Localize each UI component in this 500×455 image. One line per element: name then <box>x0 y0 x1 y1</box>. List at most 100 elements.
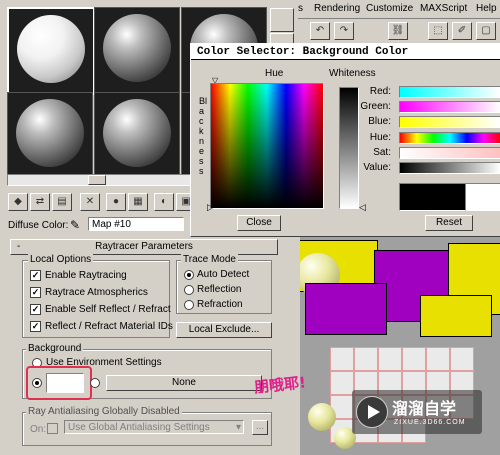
trace-mode-title: Trace Mode <box>181 254 238 265</box>
raytrace-atmospherics-checkbox[interactable]: ✓ <box>30 287 41 298</box>
menu-help[interactable]: Help <box>476 3 497 14</box>
diffuse-label: Diffuse Color: <box>8 220 69 231</box>
purple-box[interactable] <box>305 283 387 335</box>
background-map-radio[interactable] <box>90 378 100 388</box>
hue-label: Hue <box>265 68 284 79</box>
antialiasing-on-checkbox[interactable] <box>47 423 58 434</box>
value-label: Value: <box>363 162 391 173</box>
antialiasing-select[interactable]: Use Global Antialiasing Settings ▾ <box>64 420 244 434</box>
select-object-icon[interactable]: ▢ <box>476 22 496 40</box>
antialiasing-more-button[interactable]: ... <box>252 420 268 435</box>
close-button[interactable]: Close <box>237 215 281 231</box>
put-to-scene-icon[interactable]: ⇄ <box>30 193 50 211</box>
background-title: Background <box>26 343 84 354</box>
sample-slot-1[interactable] <box>7 7 95 95</box>
red-slider[interactable] <box>399 86 500 98</box>
auto-detect-label: Auto Detect <box>197 269 250 280</box>
hue-blackness-picker[interactable] <box>210 83 324 209</box>
rollout-title: Raytracer Parameters <box>95 241 193 252</box>
red-label: Red: <box>369 86 391 97</box>
refraction-radio[interactable] <box>184 300 194 310</box>
reflection-radio[interactable] <box>184 285 194 295</box>
floor-tile <box>330 347 354 371</box>
sphere-object[interactable] <box>308 403 336 431</box>
whiteness-pointer-icon[interactable]: ◁ <box>359 202 366 213</box>
floor-tile <box>378 347 402 371</box>
menu-item[interactable]: s <box>298 3 303 14</box>
material-ids-label: Reflect / Refract Material IDs <box>45 321 173 332</box>
color-selector-dialog: Color Selector: Background Color Hue Whi… <box>190 43 500 237</box>
map-name-field[interactable]: Map #10 <box>88 217 184 231</box>
sat-label: Sat: <box>373 147 391 158</box>
antialiasing-on-label: On: <box>30 424 47 435</box>
play-logo-icon <box>356 396 388 428</box>
watermark: 溜溜自学 ZIXUE.3D66.COM <box>352 390 482 434</box>
local-options-title: Local Options <box>28 254 94 265</box>
watermark-brand: 溜溜自学 <box>392 399 457 418</box>
self-reflect-label: Enable Self Reflect / Refract <box>45 304 171 315</box>
sample-sphere <box>17 15 85 83</box>
undo-icon[interactable]: ↶ <box>310 22 330 40</box>
erase-icon[interactable]: ✐ <box>452 22 472 40</box>
floor-tile <box>426 347 450 371</box>
put-library-icon[interactable]: ▦ <box>128 193 148 211</box>
make-copy-icon[interactable]: ● <box>106 193 126 211</box>
dialog-title[interactable]: Color Selector: Background Color <box>191 44 500 60</box>
yellow-box[interactable] <box>420 295 492 337</box>
blue-slider[interactable] <box>399 116 500 128</box>
raytrace-atmospherics-label: Raytrace Atmospherics <box>45 287 148 298</box>
menu-maxscript[interactable]: MAXScript <box>420 3 467 14</box>
blackness-label: Blackness <box>199 96 208 176</box>
collapse-icon: - <box>17 241 21 252</box>
floor-tile <box>450 347 474 371</box>
antialiasing-select-value: Use Global Antialiasing Settings <box>68 422 210 433</box>
highlight-box <box>26 366 92 400</box>
menu-customize[interactable]: Customize <box>366 3 413 14</box>
reset-map-icon[interactable]: ✕ <box>80 193 100 211</box>
floor-tile <box>402 347 426 371</box>
self-reflect-checkbox[interactable]: ✓ <box>30 304 41 315</box>
whiteness-label: Whiteness <box>329 68 376 79</box>
scroll-thumb[interactable] <box>88 175 106 185</box>
green-slider[interactable] <box>399 101 500 113</box>
enable-raytracing-checkbox[interactable]: ✓ <box>30 270 41 281</box>
bind-icon[interactable]: ⬚ <box>428 22 448 40</box>
current-color-swatch <box>465 183 500 211</box>
floor-tile <box>330 371 354 395</box>
hue-value-label: Hue: <box>369 132 391 143</box>
main-toolbar: ↶ ↷ ⛓ ⬚ ✐ ▢ <box>298 19 500 43</box>
menu-rendering[interactable]: Rendering <box>314 3 360 14</box>
sample-slot-4[interactable] <box>7 92 93 178</box>
get-material-icon[interactable]: ◆ <box>8 193 28 211</box>
blackness-pointer-icon[interactable]: ▷ <box>207 202 214 213</box>
sample-slot-2[interactable] <box>94 7 180 93</box>
blue-label: Blue: <box>368 116 391 127</box>
pick-material-icon[interactable]: ✎ <box>70 218 80 232</box>
sample-sphere <box>16 99 84 167</box>
floor-tile <box>354 347 378 371</box>
hue-slider[interactable] <box>399 132 500 144</box>
main-menubar: s Rendering Customize MAXScript Help <box>298 0 500 19</box>
original-color-swatch <box>399 183 467 211</box>
refraction-label: Refraction <box>197 299 243 310</box>
material-id-icon[interactable]: ◐ <box>154 193 174 211</box>
reset-button[interactable]: Reset <box>425 215 473 231</box>
antialiasing-title: Ray Antialiasing Globally Disabled <box>26 406 182 417</box>
sample-sphere <box>103 14 171 82</box>
material-ids-checkbox[interactable]: ✓ <box>30 321 41 332</box>
rollout-header[interactable]: - Raytracer Parameters <box>10 239 278 255</box>
watermark-url: ZIXUE.3D66.COM <box>394 419 466 426</box>
chevron-down-icon: ▾ <box>235 422 241 433</box>
assign-material-icon[interactable]: ▤ <box>52 193 72 211</box>
select-link-icon[interactable]: ⛓ <box>388 22 408 40</box>
redo-icon[interactable]: ↷ <box>334 22 354 40</box>
sample-type-button[interactable] <box>270 8 294 32</box>
sample-sphere <box>103 99 171 167</box>
local-exclude-button[interactable]: Local Exclude... <box>176 322 272 338</box>
sat-slider[interactable] <box>399 147 500 159</box>
background-map-button[interactable]: None <box>106 375 262 391</box>
auto-detect-radio[interactable] <box>184 270 194 280</box>
sample-slot-5[interactable] <box>94 92 180 178</box>
reflection-label: Reflection <box>197 284 242 295</box>
value-slider[interactable] <box>399 162 500 174</box>
